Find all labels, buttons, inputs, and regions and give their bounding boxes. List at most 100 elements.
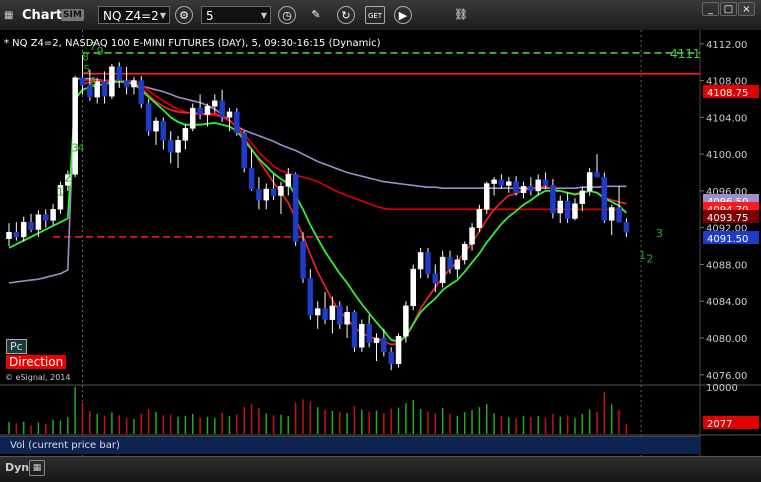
candle-body [20, 221, 27, 238]
candle-body [425, 252, 431, 274]
y-tick-label: 4084.00 [706, 297, 747, 308]
candle-body [145, 103, 152, 132]
close-button[interactable]: × [738, 2, 755, 16]
chart-title: * NQ Z4=2, NASDAQ 100 E-MINI FUTURES (DA… [4, 38, 381, 49]
minimize-button[interactable]: _ [702, 2, 719, 16]
pencil-icon[interactable]: ✎ [307, 6, 325, 24]
candle-body [123, 80, 130, 88]
candle-body [337, 305, 343, 325]
candle-body [160, 120, 167, 141]
candle-body [6, 232, 12, 239]
refresh-icon[interactable]: ↻ [337, 6, 355, 24]
candle-body [491, 179, 497, 184]
y-tick-label: 4088.00 [706, 260, 747, 271]
candle-body [520, 186, 527, 193]
app-title: Chart [22, 7, 63, 23]
candle-body [616, 207, 622, 223]
sim-badge: SIM [61, 9, 84, 21]
candle-body [79, 77, 86, 86]
candle-body [513, 181, 519, 193]
candle-body [270, 188, 277, 196]
candle-body [28, 221, 34, 230]
settings-icon[interactable]: ⚙ [175, 6, 193, 24]
bottom-bar [0, 456, 761, 482]
candle-body [226, 111, 233, 118]
get-icon[interactable]: GET [365, 6, 385, 24]
candle-body [359, 323, 365, 348]
link-icon[interactable]: ⛓ [452, 6, 470, 24]
candle-body [417, 252, 424, 270]
volume-value-label: 2077 [707, 419, 732, 430]
candle-body [572, 203, 578, 219]
chevron-down-icon[interactable]: ▼ [261, 7, 267, 25]
candle-body [410, 268, 416, 307]
candle-body [248, 167, 255, 190]
y-tick-label: 4076.00 [706, 371, 747, 382]
candle-body [197, 107, 203, 115]
candle-body [153, 120, 159, 132]
candle-body [476, 209, 483, 228]
candle-body [219, 100, 225, 118]
candle-body [469, 227, 475, 245]
candle-body [366, 323, 372, 343]
candle-body [608, 207, 615, 221]
candle-body [557, 200, 563, 214]
candle-body [594, 172, 600, 178]
candle-body [278, 186, 284, 196]
candle-body [50, 209, 56, 221]
candle-body [190, 107, 196, 129]
candle-body [601, 176, 608, 221]
candle-body [432, 273, 439, 284]
price-label: 4091.50 [707, 234, 748, 245]
candle-body [35, 214, 42, 230]
candle-body [314, 308, 321, 316]
symbol-input[interactable]: NQ Z4=2 ▼ [98, 6, 170, 24]
candle-body [454, 259, 461, 270]
direction-button[interactable]: Direction [6, 355, 67, 369]
candle-body [182, 128, 189, 141]
y-tick-label: 4112.00 [706, 40, 747, 51]
sequence-label: 3 [656, 227, 663, 240]
volume-panel-label: Vol (current price bar) [0, 436, 700, 454]
candle-body [388, 351, 394, 365]
chart-app-icon: ▦ [4, 9, 14, 21]
candle-body [550, 185, 556, 214]
candle-body [13, 232, 20, 238]
candle-body [167, 140, 174, 153]
candle-body [101, 81, 108, 97]
candle-body [461, 243, 468, 261]
candle-body [447, 256, 453, 270]
candle-body [381, 337, 387, 353]
y-tick-label: 4100.00 [706, 150, 747, 161]
candle-body [285, 174, 292, 187]
price-label: 4108.75 [707, 88, 748, 99]
candle-body [395, 335, 402, 365]
maximize-button[interactable]: □ [720, 2, 737, 16]
candle-body [138, 80, 145, 104]
candle-body [322, 308, 328, 320]
clock-icon[interactable]: ◷ [278, 6, 296, 24]
candle-body [344, 312, 350, 325]
candle-body [579, 190, 586, 205]
y-tick-label: 4104.00 [706, 113, 747, 124]
interval-input[interactable]: 5 ▼ [201, 6, 271, 24]
candle-body [564, 200, 571, 219]
candle-body [256, 188, 262, 201]
pc-button[interactable]: Pc [6, 339, 27, 354]
sequence-label: 1 [639, 249, 646, 262]
price-chart[interactable]: 4112.004108.004104.004100.004096.004092.… [0, 30, 761, 460]
candle-body [204, 106, 211, 115]
copyright-text: © eSignal, 2014 [5, 373, 71, 382]
sequence-label: 4 [78, 141, 85, 154]
play-icon[interactable]: ▶ [394, 6, 412, 24]
dyn-label: Dyn [5, 461, 30, 474]
sequence-label: 1 [57, 186, 64, 199]
volume-tick-label: 10000 [706, 383, 738, 394]
candle-body [212, 100, 218, 107]
candle-body [292, 174, 299, 242]
scale-icon[interactable]: ▦ [29, 460, 45, 476]
chevron-down-icon[interactable]: ▼ [160, 7, 166, 25]
candle-body [439, 256, 446, 284]
candle-body [307, 278, 314, 316]
candle-body [623, 221, 630, 233]
